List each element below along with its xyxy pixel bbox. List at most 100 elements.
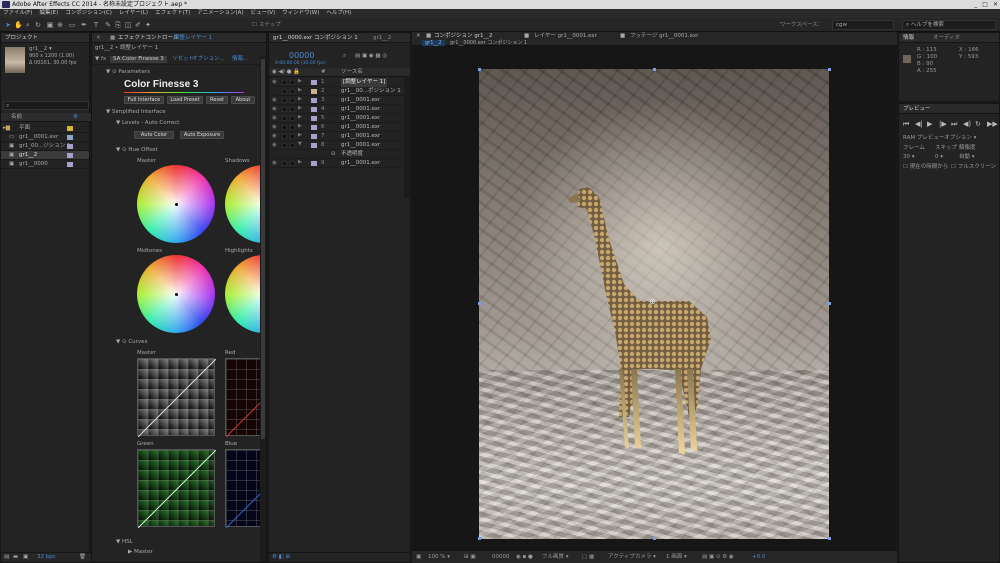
expand-triangle-icon[interactable]: ▶ — [298, 124, 303, 129]
viewer-options-icons[interactable]: ▤ ▣ ⊙ ⚙ ◉ — [702, 554, 734, 561]
help-search-input[interactable]: ⌕ ヘルプを検索 — [902, 20, 996, 30]
ram-preview-icon[interactable]: ▶▶ — [987, 120, 998, 129]
midtones-color-wheel[interactable] — [137, 255, 215, 333]
trash-icon[interactable]: 🗑 — [79, 554, 86, 561]
anchor-point-icon[interactable]: ⊕ — [649, 298, 656, 306]
camera-tool-icon[interactable]: ▣ — [46, 21, 54, 29]
region-of-interest-icon[interactable]: ▢ ▦ — [582, 554, 594, 561]
previous-frame-icon[interactable]: ◀| — [915, 120, 923, 129]
loop-icon[interactable]: ↻ — [975, 120, 981, 129]
magnification-select[interactable]: 100 % ▾ — [428, 554, 450, 561]
visibility-eye-icon[interactable]: ◉ — [272, 123, 277, 132]
audio-icon[interactable]: ◀) — [963, 120, 971, 129]
about-button[interactable]: About — [231, 96, 255, 104]
viewer-tab-layer[interactable]: レイヤー gr1__0001.exr — [534, 33, 597, 40]
menu-animation[interactable]: アニメーション(A) — [197, 9, 243, 18]
interpret-footage-icon[interactable]: ▤ — [4, 554, 9, 561]
puppet-pin-tool-icon[interactable]: ✦ — [144, 21, 152, 29]
always-preview-icon[interactable]: ▣ — [416, 554, 421, 561]
roto-brush-tool-icon[interactable]: ✐ — [134, 21, 142, 29]
expand-triangle-icon[interactable]: ▶ — [298, 160, 303, 165]
camera-select[interactable]: アクティブカメラ ▾ — [608, 554, 656, 561]
project-item[interactable]: ▣ gr1__0000 — [1, 160, 89, 169]
expand-triangle-icon[interactable]: ▶ — [298, 97, 303, 102]
viewer-tab-footage-icon[interactable]: ■ — [620, 33, 625, 40]
full-interface-button[interactable]: Full Interface — [124, 96, 164, 104]
new-folder-icon[interactable]: ▬ — [13, 554, 18, 561]
solo-switch[interactable] — [282, 125, 287, 130]
visibility-eye-icon[interactable]: ◉ — [272, 132, 277, 141]
expand-triangle-icon[interactable]: ▶ — [298, 106, 303, 111]
panel-close-icon[interactable]: ✕ — [92, 33, 105, 43]
audio-tab[interactable]: オーディオ — [929, 33, 964, 43]
master-curve-graph[interactable] — [137, 358, 216, 437]
lock-switch[interactable] — [290, 116, 295, 121]
transform-handle[interactable] — [653, 537, 656, 540]
timeline-layer[interactable]: ◉ ▶ 3 gr1__0001.exr — [269, 96, 404, 105]
menu-help[interactable]: ヘルプ(H) — [326, 9, 351, 18]
exposure-value[interactable]: +0.0 — [752, 554, 765, 561]
flowchart-icon[interactable]: ⚙ — [73, 114, 78, 121]
solo-switch[interactable] — [282, 134, 287, 139]
menu-composition[interactable]: コンポジション(C) — [65, 9, 112, 18]
project-item[interactable]: ▸▆ 平面 — [1, 124, 89, 133]
solo-switch[interactable] — [282, 80, 287, 85]
lock-switch[interactable] — [290, 80, 295, 85]
label-color-chip[interactable] — [311, 80, 317, 85]
label-color-chip[interactable] — [311, 107, 317, 112]
menu-layer[interactable]: レイヤー(L) — [119, 9, 148, 18]
transform-handle[interactable] — [478, 68, 481, 71]
source-name-header[interactable]: ソース名 — [341, 69, 363, 76]
lock-switch[interactable] — [290, 98, 295, 103]
solo-switch[interactable] — [282, 107, 287, 112]
ram-preview-options-select[interactable]: RAM プレビューオプション ▾ — [903, 135, 976, 142]
project-item[interactable]: ▣ gr1_00...ジション 1 — [1, 142, 89, 151]
collapse-triangle-icon[interactable]: ▼ fx — [95, 56, 106, 63]
minimize-button[interactable]: _ — [974, 0, 977, 9]
preview-resolution-select[interactable]: 自動 ▾ — [959, 154, 975, 161]
visibility-eye-icon[interactable]: ◉ — [272, 105, 277, 114]
visibility-eye-icon[interactable]: ◉ — [272, 96, 277, 105]
timeline-scrollbar[interactable] — [404, 78, 410, 198]
solo-switch[interactable] — [282, 161, 287, 166]
menu-edit[interactable]: 編集(E) — [39, 9, 58, 18]
clone-stamp-tool-icon[interactable]: ⎘ — [114, 21, 122, 29]
timeline-layer[interactable]: ◉ ▶ 4 gr1__0001.exr — [269, 105, 404, 114]
solo-switch[interactable] — [282, 89, 287, 94]
viewer-tab-layer-icon[interactable]: ■ — [524, 33, 529, 40]
timeline-tab-comp1[interactable]: gr1__0000.exr コンポジション 1 — [269, 33, 362, 43]
transform-handle[interactable] — [828, 68, 831, 71]
project-search-input[interactable]: ⌕ — [3, 101, 89, 110]
viewer-tab-footage[interactable]: フッテージ gr1__0001.exr — [630, 33, 698, 40]
transform-handle[interactable] — [478, 302, 481, 305]
effect-controls-target[interactable]: 調整レイヤー 1 — [170, 33, 216, 43]
effect-name[interactable]: SA Color Finesse 3 — [110, 56, 167, 63]
toggle-switches-icon[interactable]: ⚙ ◧ ⊞ — [272, 554, 290, 561]
snap-checkbox[interactable]: ☐ スナップ — [252, 21, 281, 29]
last-frame-icon[interactable]: ⏭ — [951, 120, 957, 129]
hue-offset-toggle[interactable]: ▼ ⊙ Hue Offset — [116, 147, 158, 154]
lock-switch[interactable] — [290, 107, 295, 112]
brush-tool-icon[interactable]: ✎ — [104, 21, 112, 29]
timeline-search-icon[interactable]: ⌕ — [343, 53, 346, 60]
timeline-property-row[interactable]: ⊙ 不透明度 — [269, 150, 404, 159]
preview-tab[interactable]: プレビュー — [899, 104, 935, 114]
menu-view[interactable]: ビュー(V) — [251, 9, 276, 18]
green-curve-graph[interactable] — [137, 449, 216, 528]
text-tool-icon[interactable]: T — [92, 21, 100, 29]
first-frame-icon[interactable]: ⏮ — [903, 120, 909, 129]
master-color-wheel[interactable] — [137, 165, 215, 243]
transform-handle[interactable] — [653, 68, 656, 71]
selection-tool-icon[interactable]: ➤ — [4, 21, 12, 29]
eraser-tool-icon[interactable]: ◫ — [124, 21, 132, 29]
transform-handle[interactable] — [828, 537, 831, 540]
expand-triangle-icon[interactable]: ▶ — [298, 133, 303, 138]
label-color-chip[interactable] — [311, 161, 317, 166]
project-tab[interactable]: プロジェクト — [1, 33, 42, 43]
auto-exposure-button[interactable]: Auto Exposure — [180, 131, 224, 139]
menu-file[interactable]: ファイル(F) — [3, 9, 32, 18]
from-current-time-checkbox[interactable]: ☐ 現在の時間から — [903, 164, 948, 171]
timeline-layer[interactable]: ◉ ▼ 8 gr1__0001.exr — [269, 141, 404, 150]
info-tab[interactable]: 情報 — [899, 33, 918, 43]
curves-toggle[interactable]: ▼ ⊙ Curves — [116, 339, 147, 346]
